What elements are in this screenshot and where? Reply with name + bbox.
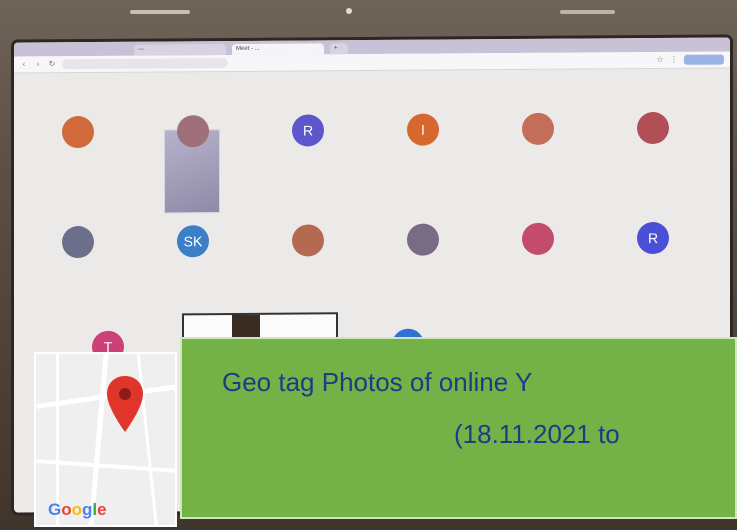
star-icon[interactable]: ☆ bbox=[656, 55, 664, 64]
participant-tile[interactable] bbox=[484, 208, 594, 289]
google-logo-letter: e bbox=[97, 500, 107, 519]
participant-name bbox=[369, 155, 479, 156]
new-tab-button[interactable]: + bbox=[330, 43, 348, 55]
participant-tile[interactable] bbox=[24, 102, 134, 183]
title-banner: Geo tag Photos of online Y (18.11.2021 t… bbox=[180, 337, 737, 519]
browser-tab-meet[interactable]: Meet - ... bbox=[232, 43, 324, 55]
google-logo-letter: g bbox=[82, 500, 93, 519]
participant-tile[interactable] bbox=[369, 209, 479, 290]
geotag-map: Google bbox=[34, 352, 177, 527]
google-logo-letter: o bbox=[61, 500, 72, 519]
participant-name bbox=[254, 156, 364, 157]
participant-tile[interactable] bbox=[139, 101, 249, 182]
avatar bbox=[522, 112, 554, 145]
avatar bbox=[522, 222, 554, 255]
avatar bbox=[62, 225, 94, 259]
map-pin-icon bbox=[105, 374, 145, 434]
reload-icon[interactable]: ↻ bbox=[48, 59, 56, 68]
avatar bbox=[62, 115, 94, 149]
address-bar[interactable] bbox=[62, 58, 228, 70]
participant-name bbox=[254, 266, 364, 267]
participant-tile[interactable]: I bbox=[369, 99, 479, 180]
participant-tile[interactable]: R bbox=[599, 208, 709, 289]
participant-tile[interactable] bbox=[599, 98, 709, 179]
back-icon[interactable]: ‹ bbox=[20, 59, 28, 68]
avatar: R bbox=[637, 221, 669, 255]
participant-name bbox=[24, 268, 134, 269]
avatar bbox=[292, 224, 324, 257]
avatar: R bbox=[292, 114, 324, 147]
google-logo-letter: o bbox=[71, 500, 83, 519]
banner-title: Geo tag Photos of online Y bbox=[222, 367, 533, 397]
participant-name bbox=[24, 158, 134, 159]
participant-tile[interactable] bbox=[24, 212, 134, 293]
participant-tile[interactable]: SK bbox=[139, 211, 249, 292]
participant-name bbox=[599, 264, 709, 265]
avatar bbox=[177, 115, 209, 148]
participant-tile[interactable] bbox=[484, 98, 594, 179]
avatar bbox=[407, 223, 439, 256]
banner-date-range: (18.11.2021 to bbox=[454, 419, 620, 449]
participant-name bbox=[139, 267, 249, 268]
webcam-dot bbox=[346, 8, 352, 14]
ceiling-light bbox=[130, 10, 190, 14]
extensions-icon[interactable]: ⋮ bbox=[670, 55, 678, 64]
participant-tile[interactable] bbox=[254, 210, 364, 291]
avatar: SK bbox=[177, 225, 209, 258]
participant-name bbox=[599, 154, 709, 155]
ceiling-light-right bbox=[560, 10, 615, 14]
participant-tile[interactable]: R bbox=[254, 100, 364, 181]
participant-name bbox=[369, 265, 479, 266]
avatar bbox=[637, 111, 669, 145]
forward-icon[interactable]: › bbox=[34, 59, 42, 68]
google-logo-letter: G bbox=[48, 500, 62, 519]
avatar: I bbox=[407, 113, 439, 146]
participant-name bbox=[484, 154, 594, 155]
google-logo: Google bbox=[48, 500, 107, 520]
participant-name bbox=[139, 157, 249, 158]
profile-button[interactable] bbox=[684, 54, 724, 65]
browser-tab[interactable]: — bbox=[134, 44, 226, 56]
participant-name bbox=[484, 264, 594, 265]
